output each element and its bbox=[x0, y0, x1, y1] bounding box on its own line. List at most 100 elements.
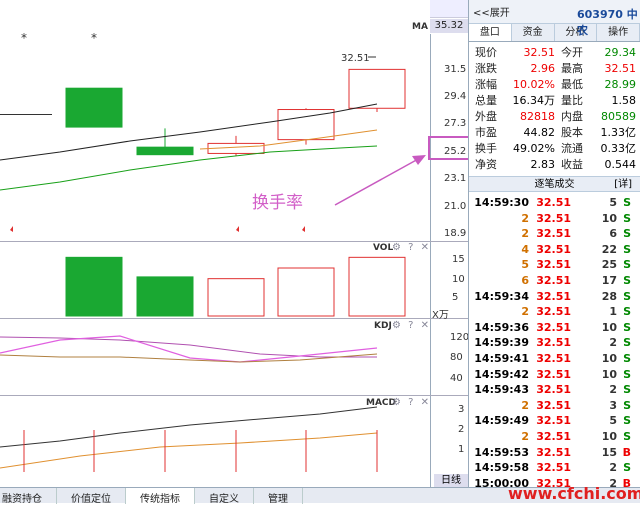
trade-detail-link[interactable]: [详] bbox=[614, 177, 632, 193]
vol-title: VOL bbox=[373, 243, 394, 253]
turnover-annotation: 换手率 bbox=[252, 193, 303, 213]
trade-price: 32.51 bbox=[536, 336, 571, 350]
trade-time: 2 bbox=[521, 398, 529, 412]
quote-label: 最低 bbox=[561, 78, 583, 91]
macd-tick-label: 1 bbox=[458, 444, 465, 455]
trade-direction: S bbox=[623, 258, 631, 272]
quote-value: 10.02% bbox=[513, 78, 555, 91]
trade-price: 32.51 bbox=[536, 414, 571, 428]
quote-value: 32.51 bbox=[604, 62, 637, 75]
expand-button[interactable]: <<展开 bbox=[473, 4, 510, 19]
annotation-arrow-head bbox=[412, 155, 426, 165]
vol-tick-label: 5 bbox=[452, 292, 459, 303]
quote-value: 82818 bbox=[520, 110, 555, 123]
trade-direction: S bbox=[623, 414, 631, 428]
axis-header-strip bbox=[430, 0, 468, 18]
quote-value: 29.34 bbox=[604, 46, 637, 59]
trade-time: 14:59:39 bbox=[474, 336, 529, 350]
trade-volume: 25 bbox=[601, 258, 617, 272]
price-top-label: 35.32 bbox=[430, 19, 468, 33]
trade-time: 14:59:53 bbox=[474, 445, 529, 459]
trade-time: 14:59:42 bbox=[474, 367, 529, 381]
tab-traditional-indicators[interactable]: 传统指标 bbox=[126, 488, 195, 505]
trade-price: 32.51 bbox=[536, 227, 571, 241]
trade-direction: S bbox=[623, 242, 631, 256]
high-price-label: 32.51 bbox=[341, 53, 370, 64]
trade-volume: 10 bbox=[601, 367, 617, 381]
quote-row: 市盈 44.82 股本 1.33亿 bbox=[469, 125, 640, 141]
trade-volume: 10 bbox=[601, 211, 617, 225]
trade-row: 2 32.51 6 S bbox=[469, 226, 640, 242]
trade-row: 14:59:30 32.51 5 S bbox=[469, 195, 640, 211]
trade-list[interactable]: 14:59:30 32.51 5 S 2 32.51 10 S 2 32.51 6 S 4 32.51 22… bbox=[469, 192, 640, 491]
stock-code: 603970 中农 bbox=[577, 8, 638, 37]
quote-row: 涨幅 10.02% 最低 28.99 bbox=[469, 77, 640, 93]
macd-dea-line bbox=[0, 432, 378, 469]
trade-price: 32.51 bbox=[536, 383, 571, 397]
kdj-title: KDJ bbox=[374, 321, 392, 331]
quote-table: 现价 32.51 今开 29.34 涨跌 2.96 最高 32.51 涨幅 10.02% 最低 28.… bbox=[469, 42, 640, 187]
macd-dif-line bbox=[0, 406, 378, 448]
trade-price: 32.51 bbox=[536, 211, 571, 225]
tab-margin-holding[interactable]: 融资持仓 bbox=[0, 488, 57, 505]
trade-direction: S bbox=[623, 461, 631, 475]
trade-volume: 10 bbox=[601, 351, 617, 365]
tab-manage[interactable]: 管理 bbox=[254, 488, 303, 505]
signal-marker bbox=[236, 226, 239, 232]
kline-chart-area[interactable]: * * 32.51 bbox=[0, 0, 430, 487]
quote-label: 最高 bbox=[561, 62, 583, 75]
price-tick-label: 31.5 bbox=[444, 64, 467, 75]
price-tick-label: 29.4 bbox=[444, 91, 467, 102]
trade-direction: S bbox=[623, 305, 631, 319]
trade-row: 14:59:36 32.51 10 S bbox=[469, 320, 640, 336]
panel-separator bbox=[0, 395, 468, 396]
quote-value: 2.96 bbox=[530, 62, 556, 75]
trade-row: 14:59:34 32.51 28 S bbox=[469, 289, 640, 305]
trade-direction: S bbox=[623, 367, 631, 381]
trade-time: 14:59:30 bbox=[474, 196, 529, 209]
quote-value: 44.82 bbox=[523, 126, 556, 139]
volume-bar bbox=[277, 267, 335, 317]
quote-row: 净资 2.83 收益(三) 0.544 bbox=[469, 157, 640, 187]
quote-value: 80589 bbox=[601, 110, 636, 123]
trade-row: 6 32.51 17 S bbox=[469, 273, 640, 289]
tab-pankou[interactable]: 盘口 bbox=[469, 24, 512, 41]
trade-volume: 15 bbox=[601, 445, 617, 459]
tab-value-position[interactable]: 价值定位 bbox=[57, 488, 126, 505]
trade-price: 32.51 bbox=[536, 320, 571, 334]
macd-tick-label: 3 bbox=[458, 404, 465, 415]
trade-price: 32.51 bbox=[536, 305, 571, 319]
quote-label: 量比 bbox=[561, 94, 583, 107]
vol-unit: X万 bbox=[432, 310, 449, 321]
quote-label: 今开 bbox=[561, 46, 583, 59]
quote-value: 1.33亿 bbox=[600, 126, 637, 139]
trade-direction: S bbox=[623, 273, 631, 287]
trade-volume: 1 bbox=[609, 305, 617, 319]
quote-value: 49.02% bbox=[513, 142, 555, 155]
trade-volume: 2 bbox=[609, 336, 617, 350]
trade-direction: S bbox=[623, 351, 631, 365]
vol-panel-icons[interactable]: ⚙ ? ✕ bbox=[392, 242, 431, 253]
trade-volume: 6 bbox=[609, 227, 617, 241]
signal-marker bbox=[10, 226, 13, 232]
kdj-panel-icons[interactable]: ⚙ ? ✕ bbox=[392, 320, 431, 331]
tab-custom[interactable]: 自定义 bbox=[195, 488, 254, 505]
quote-value: 16.34万 bbox=[512, 94, 556, 107]
quote-value: 1.58 bbox=[611, 94, 637, 107]
trade-price: 32.51 bbox=[536, 289, 571, 303]
trade-volume: 22 bbox=[601, 242, 617, 256]
macd-panel-icons[interactable]: ⚙ ? ✕ bbox=[392, 397, 431, 408]
trade-row: 14:59:39 32.51 2 S bbox=[469, 335, 640, 351]
kdj-tick-label: 120 bbox=[450, 332, 470, 343]
quote-label: 涨幅 bbox=[475, 78, 497, 91]
quote-value: 32.51 bbox=[523, 46, 556, 59]
tab-funds[interactable]: 资金 bbox=[512, 24, 555, 41]
trade-price: 32.51 bbox=[536, 273, 571, 287]
star-marker: * bbox=[91, 31, 97, 45]
period-tab[interactable]: 日线 bbox=[434, 474, 468, 487]
trade-time: 2 bbox=[521, 227, 529, 241]
quote-row: 总量 16.34万 量比 1.58 bbox=[469, 93, 640, 109]
star-marker: * bbox=[21, 31, 27, 45]
kdj-tick-label: 80 bbox=[450, 352, 463, 363]
trade-volume: 5 bbox=[609, 196, 617, 209]
